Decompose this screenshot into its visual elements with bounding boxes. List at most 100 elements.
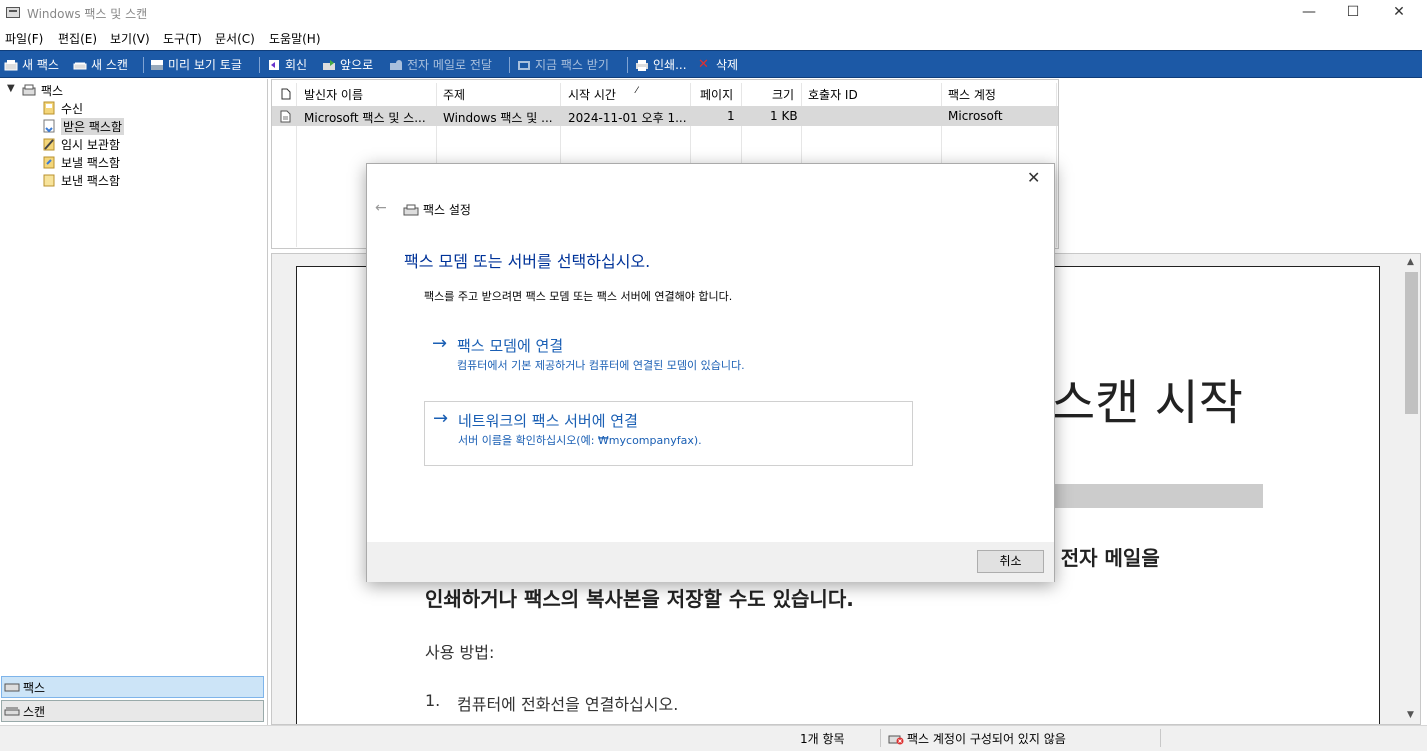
email-forward-label: 전자 메일로 전달 — [407, 58, 492, 72]
print-button[interactable]: 인쇄... — [635, 56, 687, 73]
scanner-icon — [73, 62, 87, 69]
tree-item-outbox[interactable]: 보낼 팩스함 — [42, 153, 120, 171]
delete-label: 삭제 — [716, 58, 739, 72]
new-fax-button[interactable]: 새 팩스 — [4, 56, 59, 73]
forward-button[interactable]: 앞으로 — [322, 56, 373, 73]
menu-edit[interactable]: 편집(E) — [58, 30, 97, 47]
tree-item-drafts[interactable]: 임시 보관함 — [42, 135, 120, 153]
minimize-button[interactable]: — — [1286, 0, 1332, 26]
menu-document[interactable]: 문서(C) — [215, 30, 255, 47]
dialog-heading: 팩스 모뎀 또는 서버를 선택하십시오. — [404, 252, 651, 271]
preview-scrollbar[interactable]: ▲ ▼ — [1403, 254, 1420, 724]
outbox-folder-icon — [43, 156, 55, 169]
new-fax-label: 새 팩스 — [22, 58, 59, 72]
scroll-down-arrow-icon[interactable]: ▼ — [1407, 710, 1414, 720]
toolbar-separator — [509, 57, 510, 73]
tree-item-sent[interactable]: 보낸 팩스함 — [42, 171, 120, 189]
status-account-message: 팩스 계정이 구성되어 있지 않음 — [888, 730, 1066, 747]
connect-server-option[interactable]: → 네트워크의 팩스 서버에 연결 서버 이름을 확인하십시오(예: ₩myco… — [424, 401, 913, 466]
option-subtitle: 서버 이름을 확인하십시오(예: ₩mycompanyfax). — [458, 434, 702, 447]
window-edge — [1422, 50, 1427, 751]
nav-fax-button[interactable]: 팩스 — [1, 676, 264, 698]
scroll-up-arrow-icon[interactable]: ▲ — [1407, 257, 1414, 267]
preview-text-line2: 인쇄하거나 팩스의 복사본을 저장할 수도 있습니다. — [425, 587, 854, 611]
nav-scan-button[interactable]: 스캔 — [1, 700, 264, 722]
preview-divider-bar — [1051, 484, 1263, 508]
preview-pane-icon — [151, 59, 163, 70]
cell-sender: Microsoft 팩스 및 스... — [304, 111, 426, 125]
toolbar-separator — [259, 57, 260, 73]
reply-button[interactable]: 회신 — [267, 56, 307, 73]
preview-title: 스캔 시작 — [1051, 375, 1243, 431]
reply-label: 회신 — [285, 58, 308, 72]
tree-label: 임시 보관함 — [61, 137, 121, 152]
fax-icon — [4, 683, 20, 692]
status-divider — [880, 729, 881, 747]
inbox-folder-icon — [43, 119, 55, 133]
toolbar: 새 팩스 새 스캔 미리 보기 토글 회신 앞으로 전자 메일로 전달 지금 팩… — [0, 50, 1422, 78]
new-scan-label: 새 스캔 — [91, 58, 128, 72]
cancel-button[interactable]: 취소 — [977, 550, 1044, 573]
fax-setup-dialog: ✕ ← 팩스 설정 팩스 모뎀 또는 서버를 선택하십시오. 팩스를 주고 받으… — [366, 163, 1055, 582]
toolbar-separator — [143, 57, 144, 73]
option-subtitle: 컴퓨터에서 기본 제공하거나 컴퓨터에 연결된 모뎀이 있습니다. — [457, 359, 745, 372]
print-label: 인쇄... — [653, 58, 687, 72]
tree-label: 받은 팩스함 — [61, 117, 125, 135]
arrow-right-icon: → — [433, 408, 449, 429]
forward-icon — [323, 59, 335, 70]
receive-now-button[interactable]: 지금 팩스 받기 — [517, 56, 609, 73]
email-forward-button[interactable]: 전자 메일로 전달 — [389, 56, 492, 73]
fax-document-icon — [280, 110, 291, 123]
tree-item-fax-root[interactable]: 팩스 — [22, 81, 63, 99]
sort-indicator-icon: ⁄ — [636, 86, 638, 96]
scrollbar-thumb[interactable] — [1405, 272, 1418, 414]
toolbar-separator — [627, 57, 628, 73]
delete-button[interactable]: ✕ 삭제 — [698, 56, 738, 73]
document-icon — [281, 88, 291, 100]
receive-now-label: 지금 팩스 받기 — [535, 58, 609, 72]
column-header-size[interactable]: 크기 — [772, 86, 794, 106]
fax-icon — [4, 59, 18, 70]
column-header-pages[interactable]: 페이지 — [700, 86, 733, 106]
menu-bar: 파일(F) 편집(E) 보기(V) 도구(T) 문서(C) 도움말(H) — [0, 26, 1427, 50]
sent-folder-icon — [43, 174, 55, 187]
menu-file[interactable]: 파일(F) — [5, 30, 43, 47]
nav-fax-label: 팩스 — [23, 680, 46, 695]
back-arrow-icon[interactable]: ← — [375, 200, 387, 216]
preview-toggle-button[interactable]: 미리 보기 토글 — [150, 56, 242, 73]
cell-pages: 1 — [727, 109, 735, 123]
new-scan-button[interactable]: 새 스캔 — [73, 56, 128, 73]
cell-size: 1 KB — [770, 109, 798, 123]
cell-account: Microsoft — [948, 109, 1003, 123]
email-fax-icon — [390, 59, 402, 70]
printer-icon — [636, 59, 648, 71]
column-header-sender[interactable]: 발신자 이름 — [304, 86, 363, 106]
menu-view[interactable]: 보기(V) — [110, 30, 150, 47]
connect-modem-option[interactable]: → 팩스 모뎀에 연결 컴퓨터에서 기본 제공하거나 컴퓨터에 연결된 모뎀이 … — [424, 327, 913, 392]
fax-icon — [403, 204, 419, 215]
tree-item-incoming[interactable]: 수신 — [42, 99, 83, 117]
receive-fax-icon — [518, 60, 530, 70]
reply-icon — [269, 59, 279, 70]
tree-item-inbox[interactable]: 받은 팩스함 — [42, 117, 125, 135]
fax-app-icon — [6, 7, 20, 18]
tree-label: 수신 — [61, 101, 84, 116]
column-header-subject[interactable]: 주제 — [443, 86, 465, 106]
status-item-count: 1개 항목 — [800, 732, 845, 746]
chevron-down-icon[interactable]: ▼ — [7, 83, 15, 94]
folder-tree-pane: ▼ 팩스 수신 받은 팩스함 임시 보관함 보낼 팩스함 보낸 팩스함 팩스 스… — [0, 79, 268, 725]
cell-start-time: 2024-11-01 오후 1... — [568, 111, 687, 125]
column-header-caller-id[interactable]: 호출자 ID — [808, 86, 858, 106]
close-button[interactable]: ✕ — [1376, 0, 1422, 26]
arrow-right-icon: → — [432, 333, 448, 354]
maximize-button[interactable]: ☐ — [1330, 0, 1376, 26]
cell-subject: Windows 팩스 및 ... — [443, 111, 553, 125]
column-header-account[interactable]: 팩스 계정 — [948, 86, 996, 106]
preview-step-text: 컴퓨터에 전화선을 연결하십시오. — [457, 695, 679, 714]
column-header-start-time[interactable]: 시작 시간 — [568, 86, 616, 106]
drafts-folder-icon — [43, 138, 55, 151]
dialog-header: 팩스 설정 — [403, 201, 471, 218]
menu-tools[interactable]: 도구(T) — [163, 30, 202, 47]
dialog-close-button[interactable]: ✕ — [1027, 168, 1040, 187]
menu-help[interactable]: 도움말(H) — [269, 30, 321, 47]
